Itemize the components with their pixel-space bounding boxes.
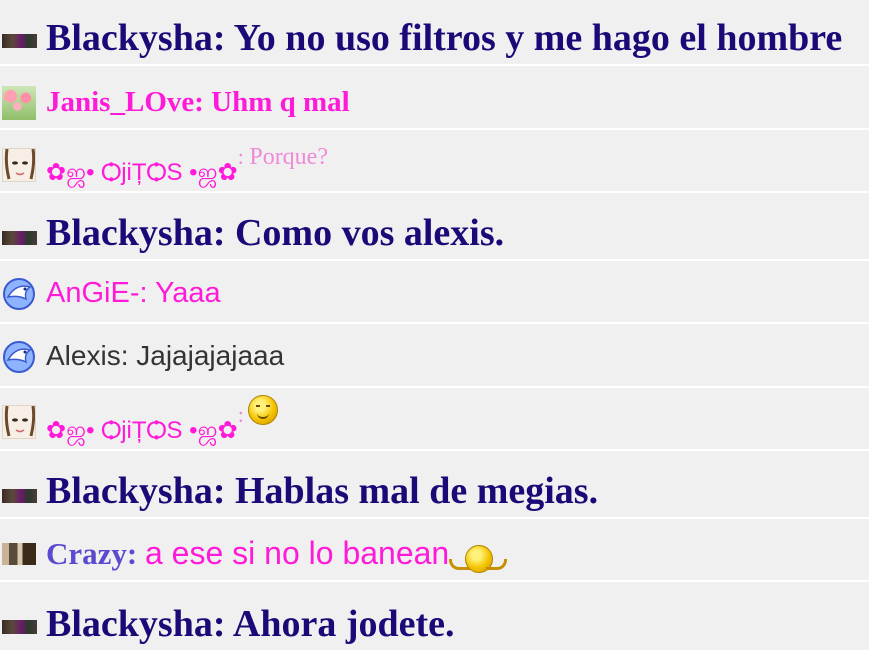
dolphin-avatar[interactable] <box>2 277 36 311</box>
message-line: Blackysha: Como vos alexis. <box>46 211 504 255</box>
blackysha-avatar[interactable] <box>2 231 37 245</box>
separator: : <box>126 536 145 571</box>
message-text: Como vos alexis. <box>234 212 505 254</box>
blackysha-avatar[interactable] <box>2 34 37 48</box>
sender-name[interactable]: ✿ஜ• ѺjiȚѺS •ஜ✿ <box>46 417 238 444</box>
shrug-smiley-icon <box>449 544 508 575</box>
chat-message: Crazy: a ese si no lo banean <box>0 519 869 582</box>
dolphin-avatar[interactable] <box>2 340 36 374</box>
chat-message: AnGiE-: Yaaa <box>0 261 869 324</box>
sender-name[interactable]: Blackysha <box>46 17 213 59</box>
message-line: ✿ஜ• ѺjiȚѺS •ஜ✿: Porque? <box>46 144 328 186</box>
message-line: Crazy: a ese si no lo banean <box>46 535 508 575</box>
chat-message: Alexis: Jajajajajaaa <box>0 324 869 388</box>
sender-name[interactable]: Blackysha <box>46 470 213 512</box>
chat-message: Janis_LOve: Uhm q mal <box>0 66 869 130</box>
message-line: Alexis: Jajajajajaaa <box>46 340 284 372</box>
blackysha-avatar[interactable] <box>2 489 37 503</box>
drawn-face-avatar[interactable] <box>2 405 36 439</box>
face-drawing-icon <box>4 149 35 180</box>
message-line: Blackysha: Hablas mal de megias. <box>46 469 598 513</box>
message-line: AnGiE-: Yaaa <box>46 277 221 310</box>
message-line: Janis_LOve: Uhm q mal <box>46 86 350 119</box>
chat-log: Blackysha: Yo no uso filtros y me hago e… <box>0 0 869 650</box>
dolphin-icon <box>3 341 35 373</box>
message-text: Ahora jodete. <box>232 603 455 645</box>
sender-name[interactable]: Crazy <box>46 536 127 571</box>
tulips-avatar[interactable] <box>2 86 36 120</box>
separator: : <box>139 277 156 309</box>
separator: : <box>212 17 234 59</box>
message-text: Porque? <box>249 144 328 170</box>
chat-message: ✿ஜ• ѺjiȚѺS •ஜ✿: Porque? <box>0 130 869 193</box>
message-line: ✿ஜ• ѺjiȚѺS •ஜ✿: <box>46 394 278 444</box>
message-line: Blackysha: Yo no uso filtros y me hago e… <box>46 16 842 60</box>
message-text: Yaaa <box>155 277 221 309</box>
separator: : <box>237 402 244 427</box>
sender-name[interactable]: ✿ஜ• ѺjiȚѺS •ஜ✿ <box>46 159 238 186</box>
drawn-face-avatar[interactable] <box>2 148 36 182</box>
blackysha-avatar[interactable] <box>2 620 37 634</box>
crazy-avatar[interactable] <box>2 543 36 565</box>
message-line: Blackysha: Ahora jodete. <box>46 602 455 646</box>
face-drawing-icon <box>4 406 35 437</box>
message-text: Hablas mal de megias. <box>234 470 599 512</box>
chat-message: Blackysha: Como vos alexis. <box>0 193 869 261</box>
message-text: Jajajajajaaa <box>136 340 285 371</box>
message-text: Yo no uso filtros y me hago el hombre <box>233 17 843 59</box>
separator: : <box>194 86 212 118</box>
sender-name[interactable]: AnGiE- <box>46 277 139 309</box>
separator: : <box>120 340 137 371</box>
separator: : <box>212 470 235 512</box>
sender-name[interactable]: Blackysha <box>46 603 213 645</box>
smug-smiley-icon <box>247 394 278 425</box>
chat-message: Blackysha: Hablas mal de megias. <box>0 451 869 519</box>
message-text: Uhm q mal <box>211 86 350 118</box>
chat-message: Blackysha: Yo no uso filtros y me hago e… <box>0 0 869 66</box>
separator: : <box>237 144 250 169</box>
sender-name[interactable]: Blackysha <box>46 212 213 254</box>
chat-message: Blackysha: Ahora jodete. <box>0 582 869 650</box>
separator: : <box>212 212 235 254</box>
message-text: a ese si no lo banean <box>144 535 450 571</box>
chat-message: ✿ஜ• ѺjiȚѺS •ஜ✿: <box>0 388 869 451</box>
sender-name[interactable]: Janis_LOve <box>46 86 194 118</box>
dolphin-icon <box>3 278 35 310</box>
separator: : <box>212 603 233 645</box>
sender-name[interactable]: Alexis <box>46 340 121 371</box>
